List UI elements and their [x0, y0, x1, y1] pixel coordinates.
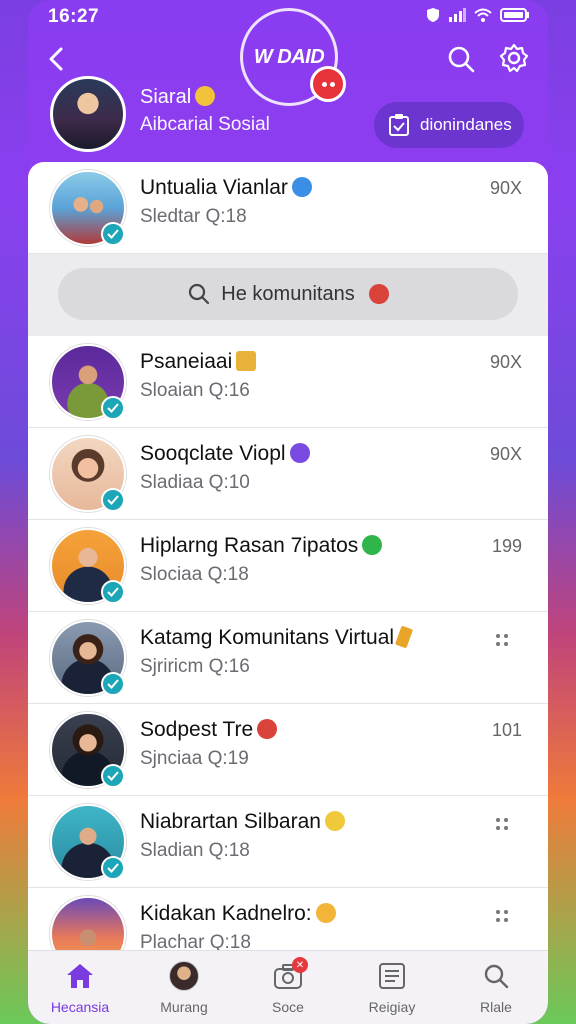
- row-title: Hiplarng Rasan 7ipatos: [140, 534, 383, 558]
- camera-badge: ✕: [292, 957, 308, 973]
- verified-icon: [101, 396, 125, 420]
- more-icon[interactable]: [494, 908, 510, 924]
- home-icon: [67, 964, 93, 988]
- row-title: Sooqclate Viopl: [140, 442, 310, 466]
- row-meta: 90X: [489, 178, 522, 198]
- nav-label: Reigiay: [368, 999, 416, 1015]
- emoji-icon: [195, 86, 216, 106]
- phone-screen: 16:27 W DAID Siaral Aibcarial Sosial dio…: [28, 0, 548, 1024]
- verified-icon: [101, 856, 125, 880]
- row-title: Untualia Vianlar: [140, 176, 312, 200]
- nav-label: Soce: [272, 999, 304, 1015]
- emoji-icon: [291, 177, 312, 197]
- check-circle-icon: [362, 535, 383, 555]
- nav-item-profile[interactable]: Murang: [132, 951, 236, 1024]
- list-item[interactable]: Sodpest Tre Sjnciaa Q:19 101: [28, 704, 548, 796]
- profile-avatar[interactable]: [50, 76, 126, 152]
- row-title: Sodpest Tre: [140, 718, 278, 742]
- nav-item-camera[interactable]: ✕ Soce: [236, 951, 340, 1024]
- avatar: [50, 896, 126, 952]
- verified-icon: [101, 488, 125, 512]
- wifi-icon: [474, 8, 492, 22]
- emoji-icon: [257, 719, 278, 739]
- search-bar-container: He komunitans: [28, 254, 548, 336]
- row-title: Niabrartan Silbaran: [140, 810, 345, 834]
- battery-icon: [500, 8, 529, 22]
- more-icon[interactable]: [494, 632, 510, 648]
- list-icon: [379, 963, 405, 989]
- search-input[interactable]: He komunitans: [58, 268, 518, 320]
- logo-text: W DAID: [253, 46, 325, 68]
- profile-subtitle: Aibcarial Sosial: [140, 114, 270, 135]
- row-subtitle: Sladiaa Q:10: [140, 472, 250, 493]
- verified-icon: [101, 222, 125, 246]
- nav-label: Murang: [160, 999, 208, 1015]
- row-meta: 90X: [489, 444, 522, 464]
- profile-name: Siaral: [140, 86, 216, 109]
- search-icon: [189, 283, 210, 305]
- row-meta: 199: [491, 536, 522, 556]
- emoji-icon: [236, 351, 257, 371]
- bottom-nav: Hecansia Murang ✕ Soce Reigiay Rlale: [28, 950, 548, 1024]
- chat-list: Untualia Vianlar Sledtar Q:18 90X He kom…: [28, 162, 548, 952]
- list-item[interactable]: Sooqclate Viopl Sladiaa Q:10 90X: [28, 428, 548, 520]
- gear-icon[interactable]: [498, 42, 530, 74]
- pointer-icon: [395, 625, 414, 649]
- emoji-icon: [324, 811, 345, 831]
- list-item[interactable]: Niabrartan Silbaran Sladian Q:18: [28, 796, 548, 888]
- nav-item-home[interactable]: Hecansia: [28, 951, 132, 1024]
- verified-icon: [101, 764, 125, 788]
- row-meta: 101: [491, 720, 522, 740]
- list-item[interactable]: Katamg Komunitans Virtual Sjriricm Q:16: [28, 612, 548, 704]
- clipboard-check-icon: [389, 114, 409, 136]
- search-placeholder: He komunitans: [221, 282, 355, 305]
- verified-icon: [101, 580, 125, 604]
- notification-badge[interactable]: [310, 66, 346, 102]
- row-subtitle: Sloaian Q:16: [140, 380, 250, 401]
- avatar-icon: [169, 961, 199, 991]
- status-icons: [426, 7, 530, 23]
- status-time: 16:27: [48, 6, 100, 27]
- search-icon[interactable]: [446, 44, 476, 74]
- row-subtitle: Sledtar Q:18: [140, 206, 247, 227]
- nav-label: Rlale: [480, 999, 512, 1015]
- more-icon[interactable]: [494, 816, 510, 832]
- row-subtitle: Sjriricm Q:16: [140, 656, 250, 677]
- emoji-icon: [368, 284, 389, 304]
- back-icon[interactable]: [42, 44, 72, 74]
- row-meta: 90X: [489, 352, 522, 372]
- row-subtitle: Slociaa Q:18: [140, 564, 249, 585]
- shield-icon: [427, 8, 439, 22]
- row-title: Psaneiaai: [140, 350, 257, 374]
- pill-button[interactable]: dionindanes: [374, 102, 524, 148]
- emoji-icon: [315, 903, 336, 923]
- verified-badge-icon: [289, 443, 310, 463]
- list-item[interactable]: Psaneiaai Sloaian Q:16 90X: [28, 336, 548, 428]
- list-item[interactable]: Kidakan Kadnelro: Plachar Q:18: [28, 888, 548, 952]
- nav-item-search[interactable]: Rlale: [444, 951, 548, 1024]
- list-item[interactable]: Hiplarng Rasan 7ipatos Slociaa Q:18 199: [28, 520, 548, 612]
- nav-item-list[interactable]: Reigiay: [340, 951, 444, 1024]
- verified-icon: [101, 672, 125, 696]
- row-subtitle: Sjnciaa Q:19: [140, 748, 249, 769]
- row-title: Kidakan Kadnelro:: [140, 902, 336, 926]
- pill-label: dionindanes: [420, 115, 512, 134]
- row-subtitle: Plachar Q:18: [140, 932, 251, 952]
- row-subtitle: Sladian Q:18: [140, 840, 250, 861]
- signal-icon: [449, 8, 466, 22]
- list-item[interactable]: Untualia Vianlar Sledtar Q:18 90X: [28, 162, 548, 254]
- header: W DAID Siaral Aibcarial Sosial dionindan…: [28, 8, 548, 160]
- row-title: Katamg Komunitans Virtual: [140, 625, 414, 650]
- nav-label: Hecansia: [50, 999, 110, 1015]
- search-icon: [484, 964, 509, 989]
